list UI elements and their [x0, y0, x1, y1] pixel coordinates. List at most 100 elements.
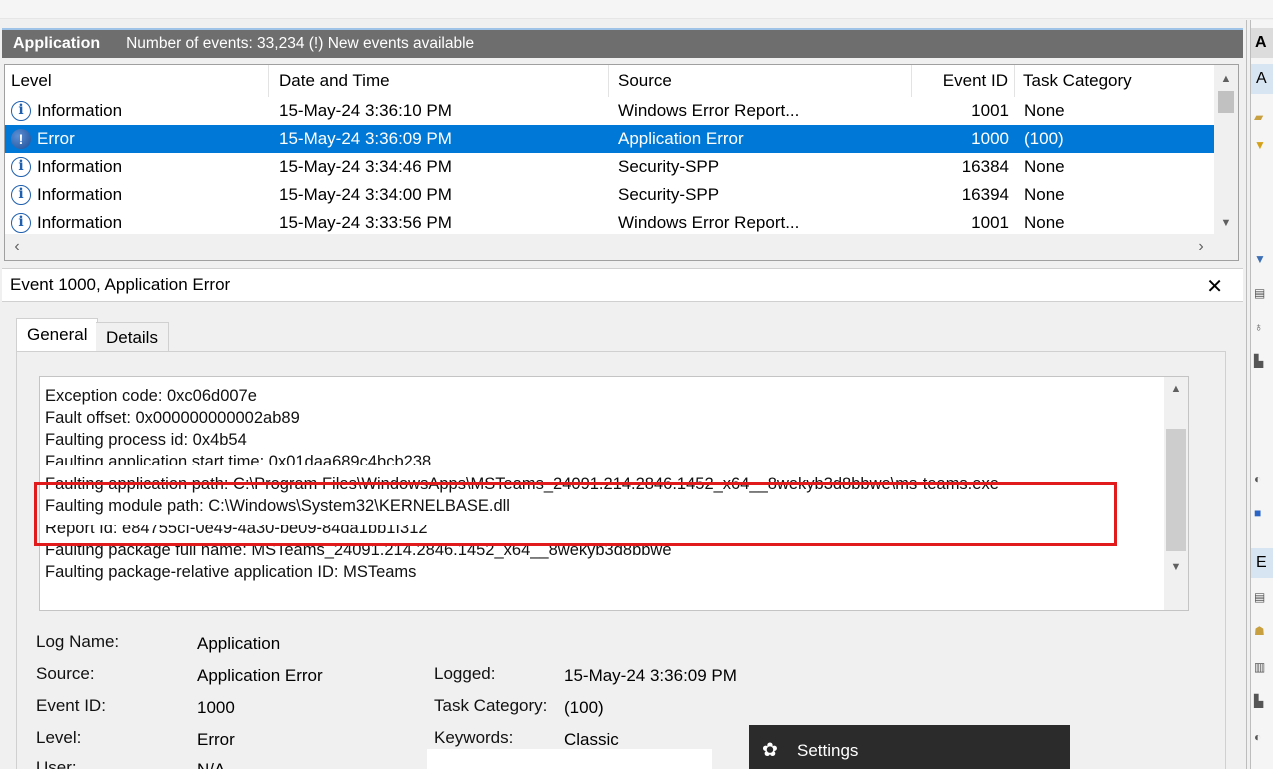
- events-list[interactable]: Level Date and Time Source Event ID Task…: [4, 64, 1239, 261]
- copy-icon[interactable]: ▥: [1254, 660, 1270, 674]
- user-label: User:: [36, 758, 77, 769]
- event-section-header[interactable]: E: [1251, 548, 1273, 578]
- events-horizontal-scrollbar[interactable]: ‹ ›: [5, 234, 1238, 260]
- column-headers: Level Date and Time Source Event ID Task…: [5, 65, 1215, 97]
- information-icon: i: [11, 157, 31, 177]
- column-event-id[interactable]: Event ID: [912, 65, 1015, 97]
- event-level: Information: [37, 101, 123, 120]
- save-selected-icon[interactable]: ▙: [1254, 694, 1270, 708]
- event-source: Security-SPP: [618, 157, 720, 176]
- scroll-right-icon[interactable]: ›: [1189, 234, 1213, 260]
- log-name-label: Log Name:: [36, 632, 120, 651]
- event-source: Security-SPP: [618, 185, 720, 204]
- event-count: Number of events: 33,234 (!) New events …: [126, 35, 475, 52]
- events-vertical-scrollbar[interactable]: ▲ ▼: [1214, 65, 1238, 235]
- actions-pane: A A ▰ ▼ ▼ ▤ ♁ ▙ ◐ ■ E ▤ ☗ ▥ ▙ ◐: [1250, 20, 1273, 769]
- scroll-down-icon[interactable]: ▼: [1164, 555, 1188, 579]
- scroll-down-icon[interactable]: ▼: [1214, 211, 1238, 235]
- settings-popup[interactable]: ✿ Settings: [749, 725, 1070, 769]
- keywords-value: Classic: [564, 730, 619, 749]
- column-source[interactable]: Source: [609, 65, 912, 97]
- task-category-value: (100): [564, 698, 604, 717]
- actions-header: A: [1251, 28, 1273, 58]
- scroll-up-icon[interactable]: ▲: [1214, 67, 1238, 91]
- user-value: N/A: [197, 760, 225, 769]
- scrollbar-thumb[interactable]: [1166, 429, 1186, 551]
- keywords-label: Keywords:: [434, 728, 514, 747]
- open-log-icon[interactable]: ▰: [1254, 110, 1270, 124]
- attach-task-event-icon[interactable]: ☗: [1254, 624, 1270, 638]
- task-category-label: Task Category:: [434, 696, 548, 715]
- event-detail-title: Event 1000, Application Error: [10, 275, 231, 294]
- event-id: 1001: [971, 101, 1009, 120]
- event-task-category: (100): [1024, 129, 1064, 148]
- event-row-selected[interactable]: ! Error 15-May-24 3:36:09 PM Application…: [5, 125, 1215, 153]
- event-id-value: 1000: [197, 698, 235, 717]
- information-icon: i: [11, 185, 31, 205]
- event-row[interactable]: i Information 15-May-24 3:34:46 PM Secur…: [5, 153, 1215, 181]
- save-icon[interactable]: ▙: [1254, 354, 1270, 368]
- filter-current-log-icon[interactable]: ▼: [1254, 252, 1270, 266]
- attach-task-icon[interactable]: ◐: [1254, 472, 1270, 486]
- description-line: Faulting process id: 0x4b54: [45, 431, 247, 449]
- event-id: 1001: [971, 213, 1009, 232]
- properties-icon[interactable]: ▤: [1254, 286, 1270, 300]
- logged-value: 15-May-24 3:36:09 PM: [564, 666, 737, 685]
- scroll-up-icon[interactable]: ▲: [1164, 377, 1188, 401]
- view-icon[interactable]: ■: [1254, 506, 1270, 520]
- column-date-time[interactable]: Date and Time: [269, 65, 609, 97]
- error-icon: !: [11, 129, 31, 149]
- event-datetime: 15-May-24 3:36:10 PM: [279, 101, 452, 120]
- source-label: Source:: [36, 664, 95, 683]
- event-source: Windows Error Report...: [618, 101, 800, 120]
- refresh-icon[interactable]: ◐: [1254, 730, 1270, 744]
- scrollbar-thumb[interactable]: [1218, 91, 1234, 113]
- general-tab-panel: Exception code: 0xc06d007e Fault offset:…: [16, 351, 1226, 769]
- event-task-category: None: [1024, 157, 1065, 176]
- level-value: Error: [197, 730, 235, 749]
- event-id: 16394: [961, 185, 1009, 204]
- description-line: Fault offset: 0x000000000002ab89: [45, 409, 300, 427]
- scroll-left-icon[interactable]: ‹: [5, 234, 29, 260]
- description-line: Faulting package-relative application ID…: [45, 563, 417, 581]
- filter-icon[interactable]: ▼: [1254, 138, 1270, 152]
- log-name-value: Application: [197, 634, 281, 653]
- top-strip: [0, 0, 1273, 19]
- description-line: Exception code: 0xc06d007e: [45, 387, 257, 405]
- blank-area: [427, 749, 712, 769]
- event-datetime: 15-May-24 3:36:09 PM: [279, 129, 452, 148]
- event-source: Windows Error Report...: [618, 213, 800, 232]
- event-level: Information: [37, 213, 123, 232]
- information-icon: i: [11, 101, 31, 121]
- description-line: Faulting application start time: 0x01daa…: [45, 453, 432, 465]
- column-level[interactable]: Level: [5, 65, 269, 97]
- log-header: Application Number of events: 33,234 (!)…: [2, 28, 1243, 58]
- tab-general[interactable]: General: [16, 318, 99, 352]
- event-row[interactable]: i Information 15-May-24 3:34:00 PM Secur…: [5, 181, 1215, 209]
- column-task-category[interactable]: Task Category: [1015, 65, 1215, 97]
- event-row[interactable]: i Information 15-May-24 3:33:56 PM Windo…: [5, 209, 1215, 235]
- actions-section-header[interactable]: A: [1251, 64, 1273, 94]
- event-source: Application Error: [618, 129, 744, 148]
- tab-details[interactable]: Details: [96, 322, 169, 352]
- event-task-category: None: [1024, 101, 1065, 120]
- event-level: Information: [37, 157, 123, 176]
- highlight-annotation-box: [34, 482, 1117, 546]
- event-datetime: 15-May-24 3:34:46 PM: [279, 157, 452, 176]
- settings-label: Settings: [797, 741, 859, 760]
- event-datetime: 15-May-24 3:33:56 PM: [279, 213, 452, 232]
- close-icon[interactable]: ✕: [1206, 274, 1223, 299]
- event-id: 16384: [961, 157, 1009, 176]
- event-level: Information: [37, 185, 123, 204]
- event-level: Error: [37, 129, 75, 148]
- event-task-category: None: [1024, 185, 1065, 204]
- find-icon[interactable]: ♁: [1254, 320, 1270, 334]
- event-row[interactable]: i Information 15-May-24 3:36:10 PM Windo…: [5, 97, 1215, 125]
- event-datetime: 15-May-24 3:34:00 PM: [279, 185, 452, 204]
- event-properties-icon[interactable]: ▤: [1254, 590, 1270, 604]
- level-label: Level:: [36, 728, 82, 747]
- event-id-label: Event ID:: [36, 696, 106, 715]
- information-icon: i: [11, 213, 31, 233]
- description-scrollbar[interactable]: ▲ ▼: [1164, 377, 1188, 610]
- event-task-category: None: [1024, 213, 1065, 232]
